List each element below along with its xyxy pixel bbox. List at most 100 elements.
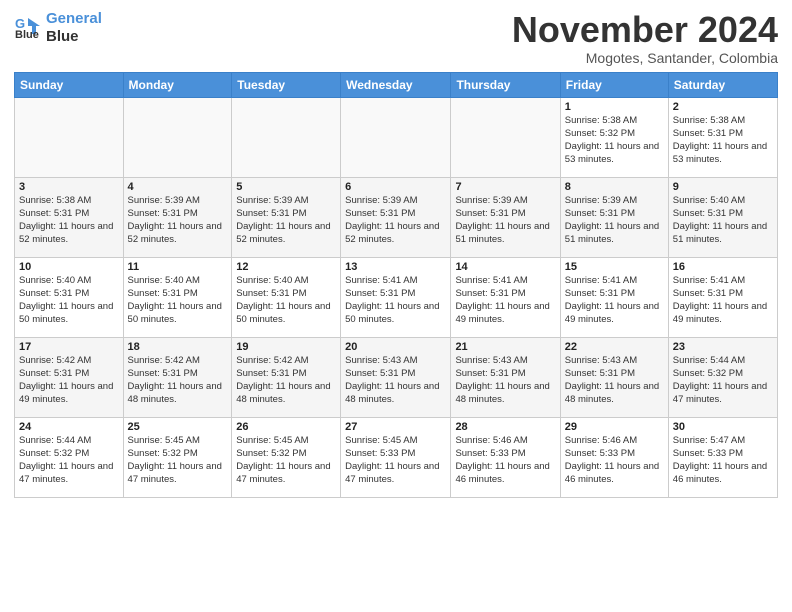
day-info: Sunrise: 5:41 AMSunset: 5:31 PMDaylight:…	[345, 274, 446, 327]
col-wednesday: Wednesday	[341, 72, 451, 97]
day-info: Sunrise: 5:38 AMSunset: 5:31 PMDaylight:…	[19, 194, 119, 247]
day-number: 18	[128, 341, 228, 353]
calendar-cell: 29Sunrise: 5:46 AMSunset: 5:33 PMDayligh…	[560, 417, 668, 497]
header: G Blue General Blue November 2024 Mogote…	[14, 10, 778, 66]
calendar-week-1: 1Sunrise: 5:38 AMSunset: 5:32 PMDaylight…	[15, 97, 778, 177]
calendar-cell: 7Sunrise: 5:39 AMSunset: 5:31 PMDaylight…	[451, 177, 560, 257]
calendar-cell: 19Sunrise: 5:42 AMSunset: 5:31 PMDayligh…	[232, 337, 341, 417]
day-info: Sunrise: 5:45 AMSunset: 5:32 PMDaylight:…	[236, 434, 336, 487]
calendar-cell	[123, 97, 232, 177]
calendar-cell: 27Sunrise: 5:45 AMSunset: 5:33 PMDayligh…	[341, 417, 451, 497]
day-number: 30	[673, 421, 773, 433]
day-number: 19	[236, 341, 336, 353]
day-info: Sunrise: 5:42 AMSunset: 5:31 PMDaylight:…	[19, 354, 119, 407]
day-number: 22	[565, 341, 664, 353]
day-number: 28	[455, 421, 555, 433]
calendar-cell: 23Sunrise: 5:44 AMSunset: 5:32 PMDayligh…	[668, 337, 777, 417]
day-info: Sunrise: 5:40 AMSunset: 5:31 PMDaylight:…	[128, 274, 228, 327]
calendar-cell: 20Sunrise: 5:43 AMSunset: 5:31 PMDayligh…	[341, 337, 451, 417]
calendar-week-3: 10Sunrise: 5:40 AMSunset: 5:31 PMDayligh…	[15, 257, 778, 337]
calendar-cell: 10Sunrise: 5:40 AMSunset: 5:31 PMDayligh…	[15, 257, 124, 337]
col-monday: Monday	[123, 72, 232, 97]
day-info: Sunrise: 5:45 AMSunset: 5:32 PMDaylight:…	[128, 434, 228, 487]
col-tuesday: Tuesday	[232, 72, 341, 97]
calendar-cell: 9Sunrise: 5:40 AMSunset: 5:31 PMDaylight…	[668, 177, 777, 257]
calendar-week-4: 17Sunrise: 5:42 AMSunset: 5:31 PMDayligh…	[15, 337, 778, 417]
day-number: 11	[128, 261, 228, 273]
page-container: G Blue General Blue November 2024 Mogote…	[0, 0, 792, 504]
day-info: Sunrise: 5:39 AMSunset: 5:31 PMDaylight:…	[565, 194, 664, 247]
calendar-cell: 30Sunrise: 5:47 AMSunset: 5:33 PMDayligh…	[668, 417, 777, 497]
day-info: Sunrise: 5:40 AMSunset: 5:31 PMDaylight:…	[236, 274, 336, 327]
day-info: Sunrise: 5:43 AMSunset: 5:31 PMDaylight:…	[455, 354, 555, 407]
calendar-week-5: 24Sunrise: 5:44 AMSunset: 5:32 PMDayligh…	[15, 417, 778, 497]
day-number: 23	[673, 341, 773, 353]
calendar-cell: 28Sunrise: 5:46 AMSunset: 5:33 PMDayligh…	[451, 417, 560, 497]
day-number: 4	[128, 181, 228, 193]
day-number: 29	[565, 421, 664, 433]
day-number: 14	[455, 261, 555, 273]
day-info: Sunrise: 5:38 AMSunset: 5:31 PMDaylight:…	[673, 114, 773, 167]
location: Mogotes, Santander, Colombia	[512, 50, 778, 66]
day-number: 9	[673, 181, 773, 193]
day-number: 25	[128, 421, 228, 433]
logo-icon: G Blue	[14, 14, 42, 42]
calendar-cell: 6Sunrise: 5:39 AMSunset: 5:31 PMDaylight…	[341, 177, 451, 257]
calendar-cell: 21Sunrise: 5:43 AMSunset: 5:31 PMDayligh…	[451, 337, 560, 417]
day-number: 24	[19, 421, 119, 433]
title-block: November 2024 Mogotes, Santander, Colomb…	[512, 10, 778, 66]
calendar-cell: 17Sunrise: 5:42 AMSunset: 5:31 PMDayligh…	[15, 337, 124, 417]
calendar-cell: 16Sunrise: 5:41 AMSunset: 5:31 PMDayligh…	[668, 257, 777, 337]
day-number: 20	[345, 341, 446, 353]
calendar-cell: 15Sunrise: 5:41 AMSunset: 5:31 PMDayligh…	[560, 257, 668, 337]
logo-text: General Blue	[46, 10, 102, 46]
day-info: Sunrise: 5:42 AMSunset: 5:31 PMDaylight:…	[128, 354, 228, 407]
calendar-cell: 24Sunrise: 5:44 AMSunset: 5:32 PMDayligh…	[15, 417, 124, 497]
calendar-cell	[232, 97, 341, 177]
calendar-cell: 12Sunrise: 5:40 AMSunset: 5:31 PMDayligh…	[232, 257, 341, 337]
day-number: 2	[673, 101, 773, 113]
col-sunday: Sunday	[15, 72, 124, 97]
day-info: Sunrise: 5:41 AMSunset: 5:31 PMDaylight:…	[673, 274, 773, 327]
col-saturday: Saturday	[668, 72, 777, 97]
calendar-cell: 11Sunrise: 5:40 AMSunset: 5:31 PMDayligh…	[123, 257, 232, 337]
day-number: 1	[565, 101, 664, 113]
calendar-cell: 22Sunrise: 5:43 AMSunset: 5:31 PMDayligh…	[560, 337, 668, 417]
calendar-cell: 1Sunrise: 5:38 AMSunset: 5:32 PMDaylight…	[560, 97, 668, 177]
logo-general: General	[46, 10, 102, 27]
day-number: 8	[565, 181, 664, 193]
calendar-cell: 25Sunrise: 5:45 AMSunset: 5:32 PMDayligh…	[123, 417, 232, 497]
day-info: Sunrise: 5:41 AMSunset: 5:31 PMDaylight:…	[455, 274, 555, 327]
day-info: Sunrise: 5:43 AMSunset: 5:31 PMDaylight:…	[345, 354, 446, 407]
calendar-week-2: 3Sunrise: 5:38 AMSunset: 5:31 PMDaylight…	[15, 177, 778, 257]
day-info: Sunrise: 5:44 AMSunset: 5:32 PMDaylight:…	[673, 354, 773, 407]
day-info: Sunrise: 5:39 AMSunset: 5:31 PMDaylight:…	[236, 194, 336, 247]
calendar-cell: 8Sunrise: 5:39 AMSunset: 5:31 PMDaylight…	[560, 177, 668, 257]
day-number: 12	[236, 261, 336, 273]
day-number: 15	[565, 261, 664, 273]
svg-text:Blue: Blue	[15, 29, 39, 41]
day-number: 5	[236, 181, 336, 193]
calendar-cell: 5Sunrise: 5:39 AMSunset: 5:31 PMDaylight…	[232, 177, 341, 257]
calendar-cell: 13Sunrise: 5:41 AMSunset: 5:31 PMDayligh…	[341, 257, 451, 337]
day-info: Sunrise: 5:39 AMSunset: 5:31 PMDaylight:…	[128, 194, 228, 247]
day-info: Sunrise: 5:46 AMSunset: 5:33 PMDaylight:…	[455, 434, 555, 487]
col-friday: Friday	[560, 72, 668, 97]
day-info: Sunrise: 5:41 AMSunset: 5:31 PMDaylight:…	[565, 274, 664, 327]
col-thursday: Thursday	[451, 72, 560, 97]
calendar-cell: 4Sunrise: 5:39 AMSunset: 5:31 PMDaylight…	[123, 177, 232, 257]
day-info: Sunrise: 5:40 AMSunset: 5:31 PMDaylight:…	[19, 274, 119, 327]
day-number: 3	[19, 181, 119, 193]
day-info: Sunrise: 5:44 AMSunset: 5:32 PMDaylight:…	[19, 434, 119, 487]
logo-blue: Blue	[46, 28, 102, 46]
day-number: 7	[455, 181, 555, 193]
day-info: Sunrise: 5:47 AMSunset: 5:33 PMDaylight:…	[673, 434, 773, 487]
day-number: 27	[345, 421, 446, 433]
day-info: Sunrise: 5:40 AMSunset: 5:31 PMDaylight:…	[673, 194, 773, 247]
calendar-cell	[15, 97, 124, 177]
day-info: Sunrise: 5:46 AMSunset: 5:33 PMDaylight:…	[565, 434, 664, 487]
day-number: 26	[236, 421, 336, 433]
day-number: 10	[19, 261, 119, 273]
day-number: 17	[19, 341, 119, 353]
day-info: Sunrise: 5:39 AMSunset: 5:31 PMDaylight:…	[455, 194, 555, 247]
